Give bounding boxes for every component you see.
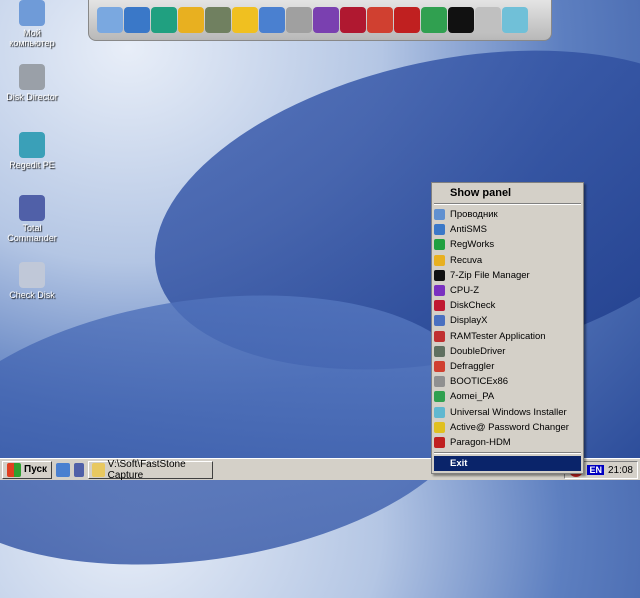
my-computer-icon — [19, 0, 45, 26]
app-icon — [434, 285, 445, 297]
disk-director-icon — [19, 64, 45, 90]
menu-item[interactable]: Проводник — [432, 207, 583, 222]
app-icon — [434, 269, 445, 281]
quicklaunch-floppy-icon[interactable] — [74, 462, 85, 477]
menu-item[interactable]: Defraggler — [432, 359, 583, 374]
desktop-icon-label: Regedit PE — [9, 160, 55, 170]
menu-item[interactable]: DoubleDriver — [432, 344, 583, 359]
menu-item-label: CPU-Z — [450, 285, 480, 297]
app-icon — [434, 436, 445, 448]
menu-item-label: Paragon-HDM — [450, 436, 511, 448]
menu-item-label: Active@ Password Changer — [450, 421, 569, 433]
menu-item[interactable]: Aomei_PA — [432, 389, 583, 404]
app-icon — [434, 209, 445, 221]
explorer-icon[interactable] — [97, 7, 123, 33]
ramtester-icon[interactable] — [286, 7, 312, 33]
quicklaunch-explorer-icon[interactable] — [56, 462, 71, 477]
menu-separator — [434, 203, 581, 205]
desktop-icon-label: Мой компьютер — [9, 28, 55, 48]
taskbar-button-folder[interactable]: V:\Soft\FastStone Capture — [88, 459, 214, 481]
check-disk-icon — [19, 262, 45, 288]
context-menu: Show panel Проводник AntiSMS RegWorks Recuv… — [431, 182, 584, 474]
desktop-icon-label: Check Disk — [9, 290, 55, 300]
desktop-icon[interactable]: Check Disk — [2, 262, 62, 300]
menu-item[interactable]: RegWorks — [432, 237, 583, 252]
app-icon — [434, 254, 445, 266]
menu-item[interactable]: Paragon-HDM — [432, 435, 583, 450]
menu-item-label: Aomei_PA — [450, 391, 495, 403]
folder-icon — [92, 462, 105, 477]
defraggler-icon[interactable] — [367, 7, 393, 33]
regworks-icon[interactable] — [151, 7, 177, 33]
app-icon — [434, 239, 445, 251]
menu-item-label: Universal Windows Installer — [450, 406, 567, 418]
menu-item[interactable]: Universal Windows Installer — [432, 404, 583, 419]
show-panel-item[interactable]: Show panel — [432, 183, 583, 201]
diskcheck-icon[interactable] — [340, 7, 366, 33]
floppy-icon — [19, 195, 45, 221]
recuva-icon[interactable] — [178, 7, 204, 33]
app-icon — [434, 360, 445, 372]
antisms-icon[interactable] — [124, 7, 150, 33]
app-icon — [434, 224, 445, 236]
paragon-icon[interactable] — [394, 7, 420, 33]
app-icon — [434, 406, 445, 418]
menu-item-label: DoubleDriver — [450, 345, 506, 357]
menu-item[interactable]: Active@ Password Changer — [432, 420, 583, 435]
menu-item-label: RegWorks — [450, 239, 495, 251]
menu-item[interactable]: CPU-Z — [432, 283, 583, 298]
menu-item-label: Проводник — [450, 209, 498, 221]
doubledriver-icon[interactable] — [205, 7, 231, 33]
menu-item[interactable]: BOOTICEx86 — [432, 374, 583, 389]
desktop-icon-label: Total Commander — [7, 223, 57, 243]
menu-item-label: 7-Zip File Manager — [450, 269, 530, 281]
menu-item[interactable]: Recuva — [432, 253, 583, 268]
regedit-icon — [19, 132, 45, 158]
menu-item-label: DisplayX — [450, 315, 488, 327]
menu-item[interactable]: 7-Zip File Manager — [432, 268, 583, 283]
app-icon — [434, 421, 445, 433]
app-icon — [434, 330, 445, 342]
app-icon — [434, 315, 445, 327]
aomei-icon[interactable] — [421, 7, 447, 33]
key-icon[interactable] — [232, 7, 258, 33]
cpuz-icon[interactable] — [313, 7, 339, 33]
menu-separator — [434, 452, 581, 454]
menu-item-label: BOOTICEx86 — [450, 376, 509, 388]
displayx-icon[interactable] — [259, 7, 285, 33]
menu-item-label: Defraggler — [450, 360, 495, 372]
desktop-icon-label: Disk Director — [6, 92, 58, 102]
menu-item[interactable]: DiskCheck — [432, 298, 583, 313]
desktop-icon[interactable]: Disk Director — [2, 64, 62, 102]
language-indicator[interactable]: EN — [587, 465, 604, 475]
app-icon — [434, 300, 445, 312]
menu-item-label: Recuva — [450, 254, 483, 266]
bootice-icon[interactable] — [475, 7, 501, 33]
desktop-icon[interactable]: Total Commander — [2, 195, 62, 243]
desktop-icon[interactable]: Мой компьютер — [2, 0, 62, 48]
windows-logo-icon — [7, 462, 21, 477]
launcher-toolbar — [88, 0, 552, 41]
exit-item[interactable]: Exit — [434, 456, 581, 471]
menu-item-label: RAMTester Application — [450, 330, 546, 342]
app-icon — [434, 391, 445, 403]
app-icon — [434, 345, 445, 357]
menu-item[interactable]: RAMTester Application — [432, 329, 583, 344]
menu-item-label: AntiSMS — [450, 224, 487, 236]
clock: 21:08 — [607, 464, 633, 476]
installer-icon[interactable] — [502, 7, 528, 33]
menu-item[interactable]: AntiSMS — [432, 222, 583, 237]
start-button[interactable]: Пуск — [2, 460, 53, 479]
menu-item-label: DiskCheck — [450, 300, 496, 312]
desktop-icon[interactable]: Regedit PE — [2, 132, 62, 170]
menu-item[interactable]: DisplayX — [432, 313, 583, 328]
7zip-icon[interactable] — [448, 7, 474, 33]
app-icon — [434, 376, 445, 388]
